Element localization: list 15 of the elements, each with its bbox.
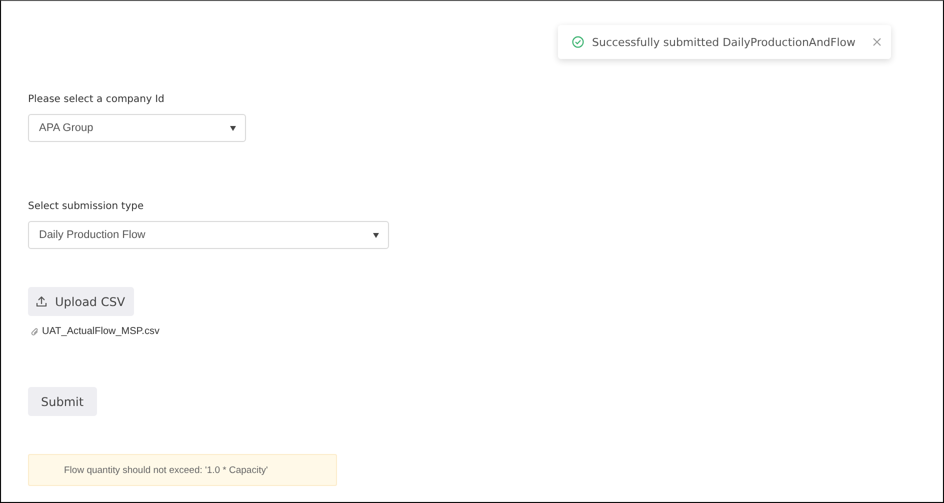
close-icon[interactable] — [873, 38, 881, 46]
select-field[interactable]: Daily Production Flow — [28, 221, 389, 249]
submit-button[interactable]: Submit — [28, 387, 97, 416]
paperclip-icon — [31, 328, 39, 336]
warning-message: Flow quantity should not exceed: '1.0 * Capacity' — [28, 454, 337, 486]
check-circle-icon — [572, 36, 584, 48]
field-label: Please select a company Id — [28, 94, 164, 105]
upload-icon — [36, 296, 47, 307]
file-name[interactable]: UAT_ActualFlow_MSP.csv — [42, 326, 160, 337]
upload-button[interactable]: Upload CSV — [28, 287, 134, 316]
caret-icon — [230, 126, 236, 130]
toast-message: Successfully submitted DailyProductionAndFlow — [592, 36, 857, 48]
field-label: Select submission type — [28, 201, 144, 212]
select-field[interactable]: APA Group — [28, 114, 246, 142]
caret-icon — [373, 232, 379, 238]
